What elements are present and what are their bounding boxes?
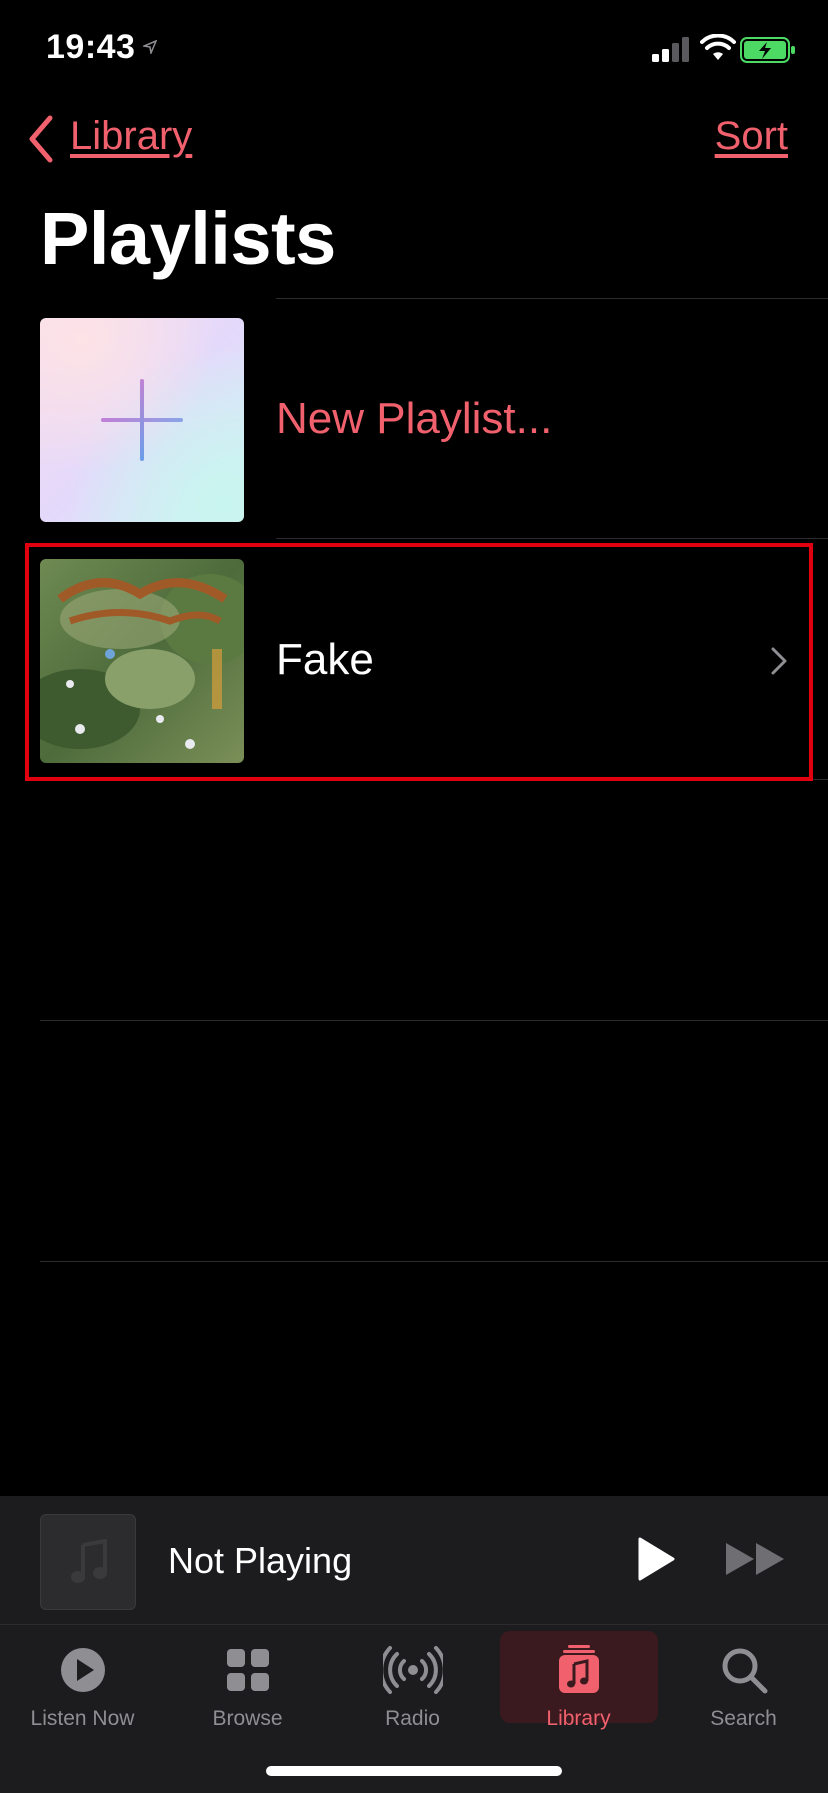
battery-charging-icon xyxy=(740,37,795,63)
grid-icon xyxy=(226,1649,269,1691)
play-circle-icon xyxy=(60,1648,105,1692)
selection-highlight xyxy=(25,543,813,781)
new-playlist-label: New Playlist... xyxy=(276,394,553,443)
mini-player-artwork xyxy=(40,1514,136,1610)
music-note-icon xyxy=(71,1539,107,1583)
tab-label: Library xyxy=(546,1707,611,1730)
music-note-icon xyxy=(558,1645,599,1693)
search-icon xyxy=(722,1648,767,1694)
broadcast-icon xyxy=(382,1646,443,1694)
status-time: 19:43 xyxy=(46,28,136,66)
tab-library[interactable]: Library xyxy=(496,1625,661,1730)
tab-label: Search xyxy=(710,1707,777,1730)
page-title: Playlists xyxy=(40,197,336,280)
mini-player-title: Not Playing xyxy=(168,1540,353,1581)
home-indicator xyxy=(266,1766,562,1776)
mini-player[interactable]: Not Playing xyxy=(0,1496,828,1624)
new-playlist-row[interactable]: New Playlist... xyxy=(0,318,828,522)
tab-radio[interactable]: Radio xyxy=(330,1625,495,1730)
wifi-icon xyxy=(700,34,736,60)
tab-label: Browse xyxy=(212,1707,283,1730)
back-chevron-icon[interactable] xyxy=(26,114,56,164)
divider xyxy=(40,1261,828,1262)
divider xyxy=(276,538,828,539)
chevron-right-icon xyxy=(771,647,787,675)
tab-browse[interactable]: Browse xyxy=(165,1625,330,1730)
play-button[interactable] xyxy=(636,1536,676,1582)
location-arrow-icon xyxy=(143,40,157,54)
fast-forward-button[interactable] xyxy=(724,1540,788,1578)
new-playlist-artwork xyxy=(40,318,244,522)
tab-label: Radio xyxy=(385,1707,440,1730)
divider xyxy=(276,298,828,299)
sort-button[interactable]: Sort xyxy=(715,114,788,159)
tab-label: Listen Now xyxy=(30,1707,135,1730)
tab-search[interactable]: Search xyxy=(661,1625,826,1730)
tab-listen-now[interactable]: Listen Now xyxy=(0,1625,165,1730)
cellular-signal-icon xyxy=(652,37,689,62)
back-button[interactable]: Library xyxy=(70,114,192,159)
divider xyxy=(40,1020,828,1021)
